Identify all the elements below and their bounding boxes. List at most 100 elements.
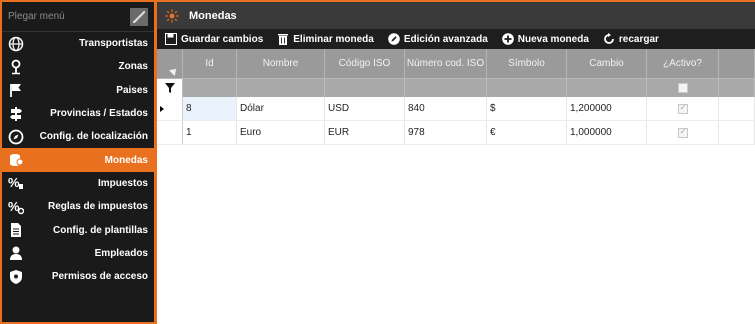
cell-activo[interactable] (647, 121, 719, 144)
save-icon (165, 33, 177, 45)
refresh-icon (604, 33, 614, 44)
cell-codigo-iso[interactable]: USD (325, 97, 405, 120)
compass-icon (7, 128, 25, 146)
sidebar-item-zonas[interactable]: Zonas (2, 55, 154, 78)
main-panel: Monedas Guardar cambios Eliminar moneda … (157, 0, 755, 324)
delete-label: Eliminar moneda (293, 33, 374, 45)
sidebar-item-empleados[interactable]: Empleados (2, 242, 154, 265)
new-currency-button[interactable]: Nueva moneda (501, 33, 589, 45)
collapse-arrow-icon[interactable] (130, 7, 148, 26)
delete-button[interactable]: Eliminar moneda (277, 33, 374, 45)
filter-activo[interactable] (647, 79, 719, 97)
person-icon (7, 244, 25, 262)
reload-button[interactable]: recargar (603, 33, 659, 45)
plus-circle-icon (501, 33, 514, 45)
activo-checkbox[interactable] (677, 126, 688, 138)
cell-cambio[interactable]: 1,200000 (567, 97, 647, 120)
sidebar-item-paises[interactable]: Paises (2, 79, 154, 102)
coins-icon (7, 151, 25, 169)
select-all-corner[interactable] (157, 49, 183, 78)
sun-icon (165, 9, 179, 22)
sidebar-item-impuestos[interactable]: % Impuestos (2, 172, 154, 195)
cell-cambio[interactable]: 1,000000 (567, 121, 647, 144)
cell-simbolo[interactable]: $ (487, 97, 567, 120)
sidebar-item-label: Zonas (118, 61, 148, 73)
cell-simbolo[interactable]: € (487, 121, 567, 144)
sidebar-header[interactable]: Plegar menú (2, 2, 154, 32)
row-selector[interactable] (157, 97, 183, 120)
column-header-spacer (719, 49, 755, 78)
new-currency-label: Nueva moneda (517, 33, 589, 45)
column-header-numero-iso[interactable]: Número cod. ISO (405, 49, 487, 78)
advanced-edit-button[interactable]: Edición avanzada (388, 33, 488, 45)
svg-text:%: % (8, 175, 20, 190)
row-selector[interactable] (157, 121, 183, 144)
sidebar: Plegar menú Transportistas Zonas Paises … (0, 0, 157, 324)
shield-icon (7, 268, 25, 286)
column-header-cambio[interactable]: Cambio (567, 49, 647, 78)
cell-activo[interactable] (647, 97, 719, 120)
advanced-edit-label: Edición avanzada (403, 33, 488, 45)
document-icon (7, 221, 25, 239)
flag-icon (7, 81, 25, 99)
sidebar-item-permisos[interactable]: Permisos de acceso (2, 265, 154, 288)
cell-codigo-iso[interactable]: EUR (325, 121, 405, 144)
current-row-pointer-icon (160, 105, 164, 112)
save-label: Guardar cambios (181, 33, 264, 45)
reload-label: recargar (618, 33, 659, 45)
filter-codigo-iso[interactable] (325, 79, 405, 97)
cell-numero-iso[interactable]: 840 (405, 97, 487, 120)
filter-numero-iso[interactable] (405, 79, 487, 97)
table-row[interactable]: 1 Euro EUR 978 € 1,000000 (157, 121, 755, 145)
grid-header-row: Id Nombre Código ISO Número cod. ISO Sím… (157, 49, 755, 78)
sidebar-item-label: Empleados (94, 247, 148, 259)
currency-grid: Id Nombre Código ISO Número cod. ISO Sím… (157, 49, 755, 145)
signpost-icon (7, 105, 25, 123)
cell-nombre[interactable]: Euro (237, 121, 325, 144)
sidebar-item-localizacion[interactable]: Config. de localización (2, 125, 154, 148)
sidebar-item-label: Reglas de impuestos (47, 201, 148, 213)
percent-icon: % (7, 174, 25, 192)
globe-icon (7, 35, 25, 53)
column-header-nombre[interactable]: Nombre (237, 49, 325, 78)
sidebar-item-plantillas[interactable]: Config. de plantillas (2, 218, 154, 241)
cell-nombre[interactable]: Dólar (237, 97, 325, 120)
sidebar-item-label: Config. de plantillas (52, 224, 148, 236)
pencil-circle-icon (388, 33, 400, 45)
sidebar-item-monedas[interactable]: Monedas (2, 148, 154, 172)
percent-gear-icon: % (7, 198, 25, 216)
trash-icon (278, 34, 289, 45)
toolbar: Guardar cambios Eliminar moneda Edición … (157, 29, 755, 49)
filter-spacer (719, 79, 755, 97)
save-button[interactable]: Guardar cambios (165, 33, 263, 45)
filter-activo-checkbox[interactable] (677, 83, 688, 93)
column-header-simbolo[interactable]: Símbolo (487, 49, 567, 78)
filter-simbolo[interactable] (487, 79, 567, 97)
filter-nombre[interactable] (237, 79, 325, 97)
table-row[interactable]: 8 Dólar USD 840 $ 1,200000 (157, 97, 755, 121)
column-header-id[interactable]: Id (183, 49, 237, 78)
sidebar-item-provincias[interactable]: Provincias / Estados (2, 102, 154, 125)
sidebar-item-label: Impuestos (97, 177, 148, 189)
sidebar-item-transportistas[interactable]: Transportistas (2, 32, 154, 55)
window-title: Monedas (189, 9, 237, 22)
cell-id[interactable]: 1 (183, 121, 237, 144)
cell-numero-iso[interactable]: 978 (405, 121, 487, 144)
cell-spacer (719, 121, 755, 144)
sidebar-item-label: Config. de localización (39, 131, 148, 143)
sidebar-item-label: Permisos de acceso (51, 271, 148, 283)
column-header-activo[interactable]: ¿Activo? (647, 49, 719, 78)
column-header-codigo-iso[interactable]: Código ISO (325, 49, 405, 78)
app-window: Plegar menú Transportistas Zonas Paises … (0, 0, 755, 324)
window-titlebar: Monedas (157, 0, 755, 29)
map-pin-icon (7, 58, 25, 76)
cell-id[interactable]: 8 (183, 97, 237, 120)
activo-checkbox[interactable] (677, 102, 688, 114)
sidebar-item-reglas-impuestos[interactable]: % Reglas de impuestos (2, 195, 154, 218)
filter-cambio[interactable] (567, 79, 647, 97)
sidebar-item-label: Provincias / Estados (50, 108, 148, 120)
sidebar-item-label: Paises (116, 84, 148, 96)
sidebar-item-label: Monedas (104, 154, 148, 166)
filter-icon[interactable] (157, 79, 183, 97)
filter-id[interactable] (183, 79, 237, 97)
